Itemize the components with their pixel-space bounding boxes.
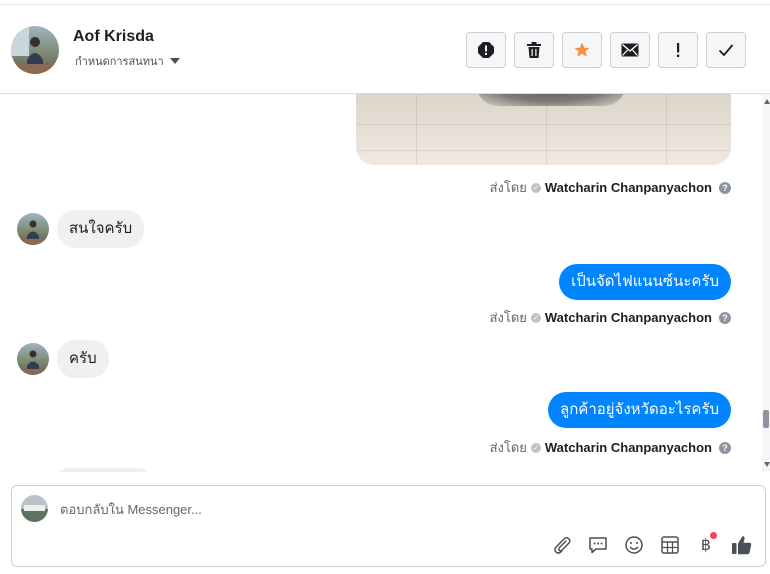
checkmark-icon	[718, 44, 734, 57]
sent-by-prefix: ส่งโดย	[489, 440, 527, 455]
trash-icon	[527, 42, 541, 58]
saved-replies-button[interactable]	[587, 534, 609, 556]
conversation-schedule-dropdown[interactable]: กำหนดการสนทนา	[75, 52, 180, 70]
message-bubble-in[interactable]: สนใจครับ	[57, 210, 145, 248]
sender-name[interactable]: Watcharin Chanpanyachon	[545, 180, 712, 195]
scroll-up-arrow-icon[interactable]	[764, 99, 770, 104]
emoji-button[interactable]	[623, 534, 645, 556]
notification-dot	[710, 532, 717, 539]
contact-name[interactable]: Aof Krisda	[73, 28, 154, 46]
attach-button[interactable]	[551, 534, 573, 556]
sender-name[interactable]: Watcharin Chanpanyachon	[545, 310, 712, 325]
template-button[interactable]	[659, 534, 681, 556]
message-bubble-partial	[57, 468, 149, 472]
envelope-icon	[621, 43, 639, 57]
star-button[interactable]	[562, 32, 602, 68]
message-row-in: ครับ	[17, 340, 109, 378]
sent-by-prefix: ส่งโดย	[489, 180, 527, 195]
shared-photo[interactable]	[356, 94, 731, 165]
scroll-down-arrow-icon[interactable]	[764, 462, 770, 467]
message-bubble-out[interactable]: ลูกค้าอยู่จังหวัดอะไรครับ	[548, 392, 731, 428]
saved-reply-icon	[589, 537, 607, 554]
template-icon	[661, 536, 679, 554]
delete-button[interactable]	[514, 32, 554, 68]
conversation-toolbar	[466, 32, 746, 68]
scrollbar-thumb[interactable]	[763, 410, 769, 428]
message-bubble-out[interactable]: เป็นจัดไฟแนนซ์นะครับ	[559, 264, 731, 300]
help-icon[interactable]: ?	[719, 441, 731, 454]
message-thread[interactable]: ส่งโดย ✓ Watcharin Chanpanyachon ? สนใจค…	[0, 94, 762, 472]
mark-unread-button[interactable]	[610, 32, 650, 68]
sent-by-label: ส่งโดย ✓ Watcharin Chanpanyachon ?	[490, 307, 731, 328]
photo-content	[476, 94, 626, 106]
payment-button[interactable]: ฿	[695, 532, 717, 556]
sender-name[interactable]: Watcharin Chanpanyachon	[545, 440, 712, 455]
conversation-schedule-label: กำหนดการสนทนา	[75, 56, 164, 68]
page-badge-icon: ✓	[530, 442, 541, 453]
contact-avatar[interactable]	[11, 26, 59, 74]
help-icon[interactable]: ?	[719, 311, 731, 324]
caret-down-icon	[169, 58, 180, 64]
message-row-in: สนใจครับ	[17, 210, 145, 248]
help-icon[interactable]: ?	[719, 181, 731, 194]
paperclip-icon	[554, 537, 571, 554]
follow-up-button[interactable]	[658, 32, 698, 68]
alert-octagon-icon	[478, 42, 494, 58]
page-badge-icon: ✓	[530, 182, 541, 193]
sent-by-label: ส่งโดย ✓ Watcharin Chanpanyachon ?	[490, 177, 731, 198]
mark-done-button[interactable]	[706, 32, 746, 68]
thumbs-up-icon	[732, 536, 752, 555]
page-badge-icon: ✓	[530, 312, 541, 323]
reply-composer: ฿	[11, 485, 766, 567]
message-bubble-in[interactable]: ครับ	[57, 340, 109, 378]
page-avatar	[21, 495, 48, 522]
conversation-header: Aof Krisda กำหนดการสนทนา	[0, 4, 770, 94]
spam-button[interactable]	[466, 32, 506, 68]
star-icon	[574, 42, 590, 57]
emoji-icon	[625, 536, 643, 554]
like-button[interactable]	[731, 534, 753, 556]
contact-avatar-small[interactable]	[17, 213, 49, 245]
composer-tools: ฿	[551, 532, 753, 556]
baht-payment-icon: ฿	[700, 537, 712, 554]
contact-avatar-small[interactable]	[17, 343, 49, 375]
sent-by-prefix: ส่งโดย	[489, 310, 527, 325]
reply-input[interactable]	[60, 499, 660, 519]
sent-by-label: ส่งโดย ✓ Watcharin Chanpanyachon ?	[490, 437, 731, 458]
exclamation-icon	[677, 43, 680, 57]
